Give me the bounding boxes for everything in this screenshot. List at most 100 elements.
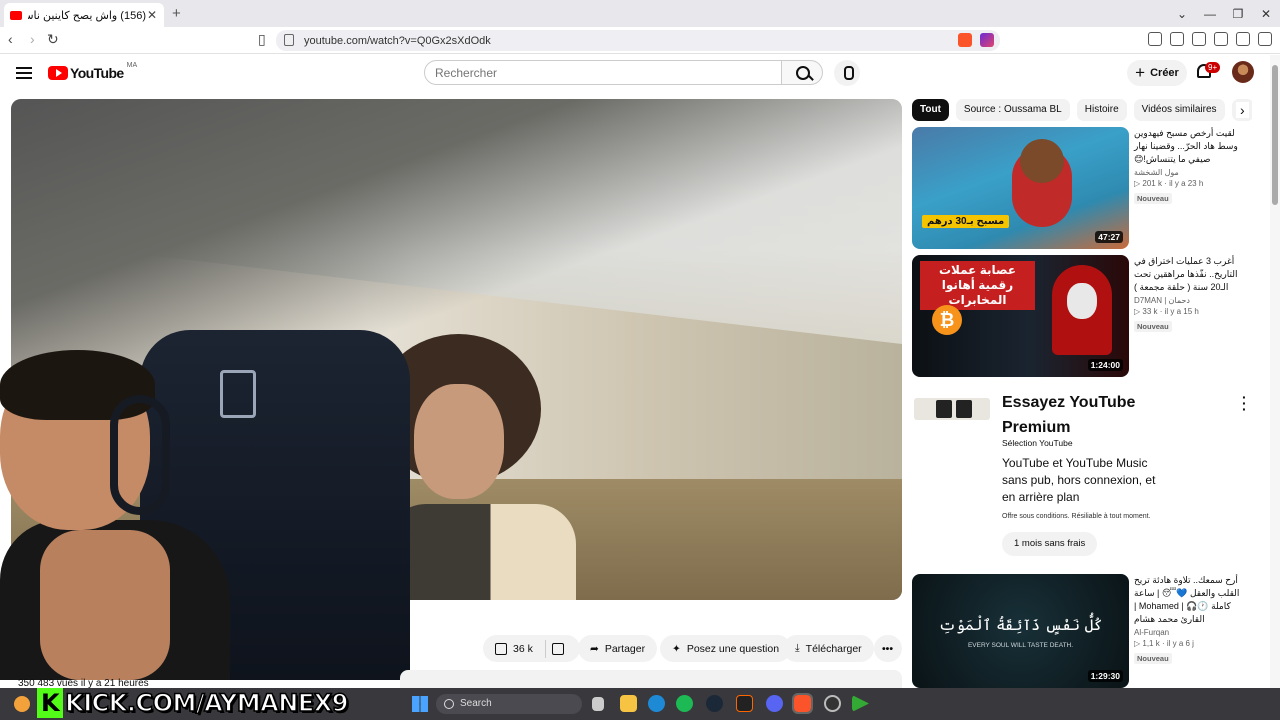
url-text: youtube.com/watch?v=Q0Gx2sXdOdk [304,34,491,47]
share-button[interactable]: ➦ Partager [578,635,658,662]
url-field[interactable]: youtube.com/watch?v=Q0Gx2sXdOdk [276,30,1000,51]
country-code: MA [126,61,138,69]
task-view-icon[interactable] [592,697,604,711]
scrollbar-thumb[interactable] [1272,65,1278,205]
more-actions-button[interactable]: ••• [874,635,902,662]
weather-icon[interactable] [14,696,30,712]
more-vert-icon[interactable]: · · · [1242,390,1247,416]
youtube-play-icon [48,66,68,80]
bookmark-icon[interactable]: ▯ [258,31,266,48]
headphones-icon [110,395,170,515]
reload-icon[interactable]: ↻ [47,31,59,48]
chip-source[interactable]: Source : Oussama BL [955,99,1070,121]
discord-icon[interactable] [766,695,783,712]
youtube-header: YouTube MA Rechercher + Créer 9+ [0,55,1270,91]
menu-icon[interactable] [1258,32,1272,46]
steam-icon[interactable] [706,695,723,712]
menu-hamburger-icon[interactable] [16,67,32,79]
chevron-right-icon[interactable]: › [1236,102,1249,118]
minimize-button[interactable]: — [1196,7,1224,21]
new-badge: Nouveau [1134,653,1172,664]
close-window-button[interactable]: ✕ [1252,7,1280,21]
close-tab-icon[interactable]: ✕ [146,8,158,22]
video-duration: 1:29:30 [1087,670,1123,682]
video-thumbnail[interactable]: عصابة عملات رقمية أهانوا المخابرات ₿ 1:2… [912,255,1129,377]
chip-similar[interactable]: Vidéos similaires [1133,99,1225,121]
video-meta: أغرب 3 عمليات اختراق في التاريخ.. نفّذها… [1134,255,1252,334]
back-icon[interactable]: ‹ [8,31,13,47]
premium-trial-button[interactable]: 1 mois sans frais [1002,532,1098,556]
brave-shields-icon[interactable] [958,33,972,47]
windows-start-icon[interactable] [412,696,428,712]
vpn-icon[interactable] [1236,32,1250,46]
description-box[interactable] [400,670,902,688]
file-explorer-icon[interactable] [620,695,637,712]
like-icon[interactable] [495,642,507,655]
list-item[interactable]: عصابة عملات رقمية أهانوا المخابرات ₿ 1:2… [912,255,1262,377]
search-input[interactable]: Rechercher [424,60,782,85]
spotify-icon[interactable] [676,695,693,712]
new-tab-button[interactable]: + [172,5,181,22]
tab-list-icon[interactable]: ⌄ [1168,7,1196,21]
chip-history[interactable]: Histoire [1076,99,1127,121]
share-label: Partager [604,642,646,655]
thumbnail-subcaption: EVERY SOUL WILL TASTE DEATH. [967,642,1074,649]
channel-name[interactable]: Al-Furqan [1134,628,1252,637]
forward-icon[interactable]: › [30,31,35,47]
browser-toolbar-icons [1148,32,1272,46]
taskbar-search[interactable]: Search [436,694,582,714]
browser-tab[interactable]: (156) واش يصح كاينين ناس كيشو... ✕ [4,3,164,27]
premium-fine-print: Offre sous conditions. Résiliable à tout… [1002,513,1151,520]
channel-name[interactable]: D7MAN | دحمان [1134,296,1252,305]
app-icon[interactable] [736,695,753,712]
premium-title: Essayez YouTube Premium [1002,394,1136,436]
maximize-button[interactable]: ❐ [1224,7,1252,21]
media-icon[interactable] [1148,32,1162,46]
like-dislike-group: 36 k [483,635,580,662]
thumbnail-caption: عصابة عملات رقمية أهانوا المخابرات [920,261,1035,310]
create-label: Créer [1150,67,1179,79]
kick-channel-overlay: K KICK.COM/AYMANEX9 [37,688,349,718]
download-label: Télécharger [805,642,862,655]
sidebar-icon[interactable] [1170,32,1184,46]
new-badge: Nouveau [1134,321,1172,332]
voice-search-icon[interactable] [834,60,860,86]
leo-icon[interactable] [1214,32,1228,46]
video-thumbnail[interactable]: مسبح بـ30 درهم 47:27 [912,127,1129,249]
video-thumbnail[interactable]: كُلُّ نَفْسٍ ذَآئِقَةُ ٱلْمَوْتِ EVERY S… [912,574,1129,688]
search-button[interactable] [781,60,823,85]
like-count[interactable]: 36 k [513,643,533,655]
video-title[interactable]: أغرب 3 عمليات اختراق في التاريخ.. نفّذها… [1134,255,1252,294]
window-controls: ⌄ — ❐ ✕ [1168,0,1280,27]
avatar[interactable] [1232,61,1254,83]
video-duration: 47:27 [1095,231,1123,243]
list-item[interactable]: مسبح بـ30 درهم 47:27 لقيت أرخص مسبح فيهد… [912,127,1262,249]
edge-icon[interactable] [648,695,665,712]
download-button[interactable]: ⤓ Télécharger [783,635,874,662]
youtube-logo[interactable]: YouTube MA [48,61,138,81]
address-bar-row: ‹ › ↻ ▯ youtube.com/watch?v=Q0Gx2sXdOdk [0,27,1280,54]
video-views: ▷ 1,1 k · il y a 6 j [1134,639,1194,648]
streamer [0,350,230,680]
video-title[interactable]: لقيت أرخص مسبح فيهدوين وسط هاد الحرّ... … [1134,127,1252,166]
create-button[interactable]: + Créer [1127,60,1187,86]
channel-name[interactable]: مول الشخشة [1134,168,1252,177]
obs-icon[interactable] [824,695,841,712]
more-icon: ••• [882,642,894,655]
list-item[interactable]: كُلُّ نَفْسٍ ذَآئِقَةُ ٱلْمَوْتِ EVERY S… [912,574,1262,688]
tab-title: (156) واش يصح كاينين ناس كيشو... [28,9,146,22]
site-info-icon[interactable] [284,34,294,46]
wallet-icon[interactable] [1192,32,1206,46]
video-title[interactable]: أرح سمعك.. تلاوة هادئة تريح القلب والعقل… [1134,574,1252,626]
browser-tab-strip: (156) واش يصح كاينين ناس كيشو... ✕ + ⌄ —… [0,0,1280,27]
share-icon: ➦ [590,642,599,655]
kick-logo: K [37,688,64,718]
premium-source: Sélection YouTube [1002,438,1073,448]
video-duration: 1:24:00 [1087,359,1123,371]
scrollbar[interactable] [1270,55,1280,688]
brave-rewards-icon[interactable] [980,33,994,47]
ask-question-button[interactable]: ✦ Posez une question [660,635,792,662]
chip-all[interactable]: Tout [912,99,949,121]
dislike-icon[interactable] [551,642,564,655]
brave-taskbar-icon[interactable] [792,693,813,714]
